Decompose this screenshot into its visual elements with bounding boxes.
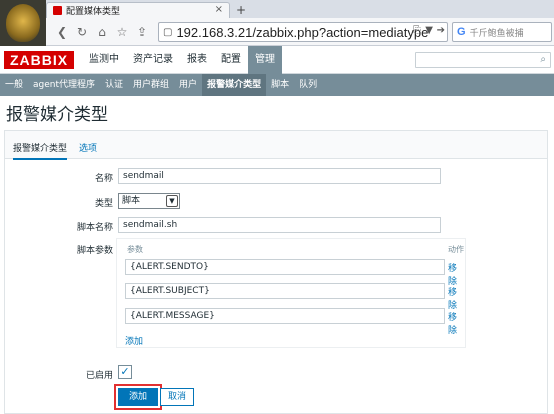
name-label: 名称 xyxy=(94,174,113,184)
main-menu-item[interactable]: 监测中 xyxy=(82,46,126,74)
type-select-value: 脚本 xyxy=(122,196,141,206)
zabbix-favicon-icon xyxy=(53,6,62,15)
enabled-label: 已启用 xyxy=(85,371,113,381)
sub-menu-item[interactable]: 报警媒介类型 xyxy=(202,74,267,96)
script-params-table: 参数 动作 {ALERT.SENDTO} 移除 {ALERT.SUBJECT} … xyxy=(116,238,466,348)
url-copy-icon[interactable]: ⎘ xyxy=(413,25,421,36)
search-placeholder: 千斤鲍鱼被捕 xyxy=(469,28,524,39)
url-dropdown-icon[interactable]: ▼ xyxy=(425,25,433,36)
main-menu: 监测中 资产记录 报表 配置 管理 xyxy=(82,46,282,74)
sub-menu-item[interactable]: 脚本 xyxy=(266,74,294,96)
sub-menu-item[interactable]: agent代理程序 xyxy=(28,74,100,96)
url-text: 192.168.3.21/zabbix.php?action=mediatype xyxy=(176,24,429,40)
remove-param-3[interactable]: 移除 xyxy=(448,310,465,336)
address-bar[interactable]: ▢ 192.168.3.21/zabbix.php?action=mediaty… xyxy=(158,22,448,42)
params-header: 参数 xyxy=(127,245,143,254)
sub-menu-item[interactable]: 用户群组 xyxy=(128,74,174,96)
browser-tab-title: 配置媒体类型 xyxy=(66,7,121,17)
home-icon[interactable]: ⌂ xyxy=(94,24,110,40)
main-menu-item[interactable]: 管理 xyxy=(248,46,282,74)
script-name-label: 脚本名称 xyxy=(76,223,113,233)
script-name-input[interactable]: sendmail.sh xyxy=(118,217,441,233)
enabled-checkbox[interactable]: ✓ xyxy=(118,365,132,379)
search-icon[interactable]: ⌕ xyxy=(540,54,546,65)
sub-menu-item[interactable]: 一般 xyxy=(0,74,28,96)
param-input-3[interactable]: {ALERT.MESSAGE} xyxy=(125,308,445,324)
remove-param-2[interactable]: 移除 xyxy=(448,285,465,311)
zabbix-header: ZABBIX 监测中 资产记录 报表 配置 管理 ⌕ xyxy=(0,46,554,74)
type-select[interactable]: 脚本 ▼ xyxy=(118,193,180,209)
back-icon[interactable]: ❮ xyxy=(54,24,70,40)
sub-menu: 一般 agent代理程序 认证 用户群组 用户 报警媒介类型 脚本 队列 xyxy=(0,74,554,96)
browser-tab[interactable]: 配置媒体类型 × xyxy=(46,2,230,18)
share-icon[interactable]: ⇪ xyxy=(134,24,150,40)
chevron-down-icon: ▼ xyxy=(166,195,178,207)
cancel-button[interactable]: 取消 xyxy=(160,388,194,406)
sub-menu-item[interactable]: 认证 xyxy=(100,74,128,96)
param-input-1[interactable]: {ALERT.SENDTO} xyxy=(125,259,445,275)
script-params-label: 脚本参数 xyxy=(76,246,113,256)
zabbix-search-input[interactable]: ⌕ xyxy=(415,52,551,68)
add-param-link[interactable]: 添加 xyxy=(125,334,143,347)
name-input[interactable]: sendmail xyxy=(118,168,441,184)
form-container: 报警媒介类型 选项 名称 sendmail 类型 脚本 ▼ 脚本名称 sendm… xyxy=(4,130,548,414)
zabbix-logo[interactable]: ZABBIX xyxy=(4,51,74,69)
browser-toolbar: ❮ ↻ ⌂ ☆ ⇪ ▢ 192.168.3.21/zabbix.php?acti… xyxy=(0,18,554,46)
sub-menu-item[interactable]: 队列 xyxy=(294,74,322,96)
bookmark-star-icon[interactable]: ☆ xyxy=(114,24,130,40)
google-search-icon: G xyxy=(457,26,466,38)
action-header: 动作 xyxy=(448,245,464,254)
avatar-face xyxy=(6,4,40,42)
main-menu-item[interactable]: 报表 xyxy=(180,46,214,74)
user-avatar-image xyxy=(0,0,46,46)
param-input-2[interactable]: {ALERT.SUBJECT} xyxy=(125,283,445,299)
remove-param-1[interactable]: 移除 xyxy=(448,261,465,287)
new-tab-button[interactable]: + xyxy=(236,3,246,17)
main-menu-item[interactable]: 配置 xyxy=(214,46,248,74)
sub-menu-item[interactable]: 用户 xyxy=(174,74,202,96)
reload-icon[interactable]: ↻ xyxy=(74,24,90,40)
page-title: 报警媒介类型 xyxy=(6,105,108,125)
tab-media-type[interactable]: 报警媒介类型 xyxy=(13,141,68,160)
browser-search-field[interactable]: G 千斤鲍鱼被捕 xyxy=(452,22,552,42)
page-info-icon: ▢ xyxy=(163,26,173,38)
form-tabs: 报警媒介类型 选项 xyxy=(5,131,547,160)
tab-options[interactable]: 选项 xyxy=(79,141,97,154)
type-label: 类型 xyxy=(94,199,113,209)
url-forward-icon[interactable]: ➔ xyxy=(437,25,445,36)
main-menu-item[interactable]: 资产记录 xyxy=(126,46,180,74)
add-button[interactable]: 添加 xyxy=(118,388,158,406)
tab-close-icon[interactable]: × xyxy=(215,4,223,15)
